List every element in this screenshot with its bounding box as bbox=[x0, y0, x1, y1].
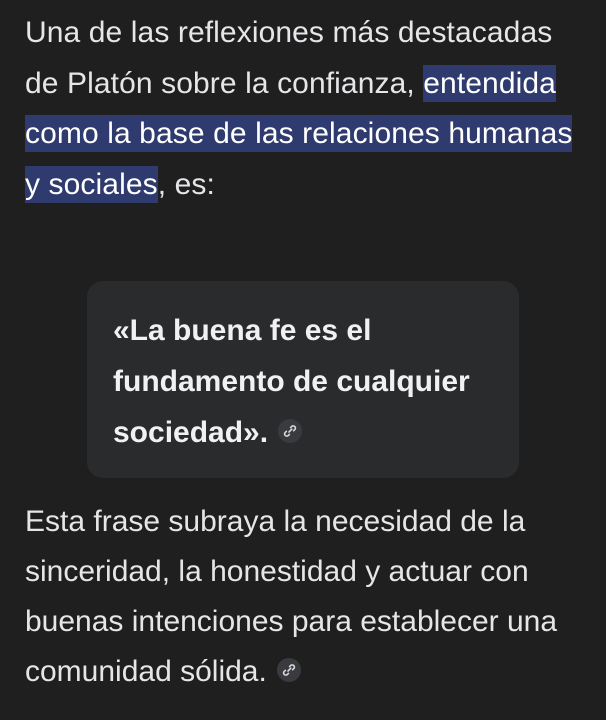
source-link-button[interactable] bbox=[278, 419, 303, 444]
response-body: Una de las reflexiones más destacadas de… bbox=[25, 8, 585, 210]
intro-paragraph: Una de las reflexiones más destacadas de… bbox=[25, 8, 585, 210]
explanation-paragraph: Esta frase subraya la necesidad de la si… bbox=[25, 497, 595, 697]
quote-text: «La buena fe es el fundamento de cualqui… bbox=[113, 305, 473, 458]
intro-text-end: , es: bbox=[157, 167, 215, 201]
blockquote: «La buena fe es el fundamento de cualqui… bbox=[87, 281, 519, 478]
source-link-button-2[interactable] bbox=[276, 658, 301, 683]
link-icon bbox=[283, 425, 297, 437]
link-icon bbox=[282, 664, 295, 676]
